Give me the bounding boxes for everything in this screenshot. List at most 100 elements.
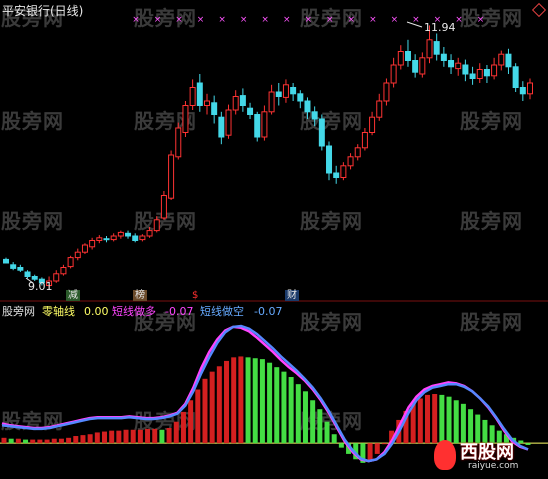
site-logo-url: raiyue.com (468, 461, 519, 471)
candle-body (232, 96, 239, 111)
candle-body (146, 230, 153, 237)
candle-body (261, 111, 268, 138)
candle-body (89, 240, 96, 248)
candle-body (383, 82, 390, 102)
candle-body (448, 60, 455, 68)
histogram-bar (159, 429, 165, 444)
histogram-bar (101, 431, 107, 444)
histogram-bar (267, 362, 273, 444)
candle-body (491, 64, 498, 77)
short-sell-value: -0.07 (254, 305, 283, 318)
event-tag-dividend[interactable]: $ (190, 290, 200, 301)
candle-body (132, 235, 139, 241)
candle-body (10, 264, 17, 269)
histogram-bar (116, 430, 122, 444)
candle-body (361, 132, 368, 149)
flame-icon (434, 440, 456, 470)
candle-body (117, 231, 124, 237)
histogram-bar (338, 443, 344, 448)
candle-body (505, 53, 512, 68)
candle-body (24, 271, 31, 277)
signal-cross: × (477, 15, 485, 25)
event-tag-board[interactable]: 榜 (133, 290, 147, 301)
candle-body (139, 235, 146, 241)
candle-body (462, 64, 469, 75)
histogram-bar (317, 409, 323, 444)
histogram-bar (188, 400, 194, 444)
candle-body (175, 127, 182, 158)
candle-body (376, 100, 383, 118)
candle-body (153, 219, 160, 232)
candle-body (333, 172, 340, 178)
histogram-bar (381, 443, 387, 445)
histogram-bar (58, 438, 64, 444)
histogram-bar (331, 434, 337, 444)
signal-cross: × (218, 15, 226, 25)
candle-body (53, 273, 60, 282)
histogram-bar (216, 366, 222, 444)
candle-body (347, 156, 354, 167)
histogram-bar (166, 427, 172, 444)
candle-body (433, 41, 440, 55)
histogram-bar (367, 443, 373, 462)
candle-body (103, 238, 110, 241)
histogram-bar (231, 357, 237, 444)
histogram-bar (202, 378, 208, 444)
indicator-panel-title: 股旁网 (2, 305, 35, 318)
histogram-bar (180, 411, 186, 444)
candle-body (74, 251, 81, 259)
histogram-bar (439, 394, 445, 444)
signal-cross: × (197, 15, 205, 25)
candle-body (189, 87, 196, 106)
short-long-name: 短线做多 (112, 305, 156, 318)
histogram-bar (453, 400, 459, 444)
candle-body (404, 51, 411, 61)
histogram-bar (274, 367, 280, 444)
candle-body (247, 107, 254, 115)
candle-body (31, 276, 38, 280)
candle-body (254, 114, 261, 138)
histogram-bar (80, 435, 86, 444)
candle-body (239, 95, 246, 106)
site-logo: 西股网 raiyue.com (432, 438, 546, 477)
chart-canvas[interactable]: × × × × × × × × × × × × × × × × × (0, 0, 548, 479)
short-long-value: -0.07 (165, 305, 194, 318)
candle-body (182, 105, 189, 133)
candle-body (160, 195, 167, 219)
candle-body (455, 62, 462, 70)
candle-body (326, 145, 333, 174)
event-tag-reduce[interactable]: 减 (66, 290, 80, 301)
candle-body (519, 87, 526, 95)
histogram-bar (8, 438, 14, 444)
signal-cross: × (412, 15, 420, 25)
signal-cross: × (154, 15, 162, 25)
signal-cross: × (369, 15, 377, 25)
event-tag-finance[interactable]: 财 (285, 290, 299, 301)
histogram-bar (302, 391, 308, 444)
histogram-bar (224, 360, 230, 444)
histogram-bar (44, 439, 50, 444)
candle-body (297, 93, 304, 102)
candle-body (168, 154, 175, 199)
candle-body (81, 244, 88, 253)
signal-cross: × (326, 15, 334, 25)
signal-cross: × (175, 15, 183, 25)
histogram-bar (51, 438, 57, 444)
histogram-bar (145, 428, 151, 444)
candle-body (110, 235, 117, 241)
candle-body (412, 60, 419, 73)
stock-chart-window[interactable]: 股旁网 股旁网 股旁网 股旁网 股旁网 股旁网 股旁网 股旁网 股旁网 股旁网 … (0, 0, 548, 479)
candle-body (354, 147, 361, 158)
histogram-bar (252, 358, 258, 444)
candle-body (476, 69, 483, 79)
histogram-bar (446, 396, 452, 444)
histogram-bar (195, 389, 201, 444)
candle-body (3, 258, 9, 264)
histogram-bar (245, 357, 251, 444)
histogram-bar (73, 436, 79, 444)
candle-body (96, 237, 103, 242)
candle-body (203, 100, 210, 106)
candle-body (311, 111, 318, 120)
histogram-bar (1, 437, 7, 444)
histogram-bar (173, 421, 179, 444)
